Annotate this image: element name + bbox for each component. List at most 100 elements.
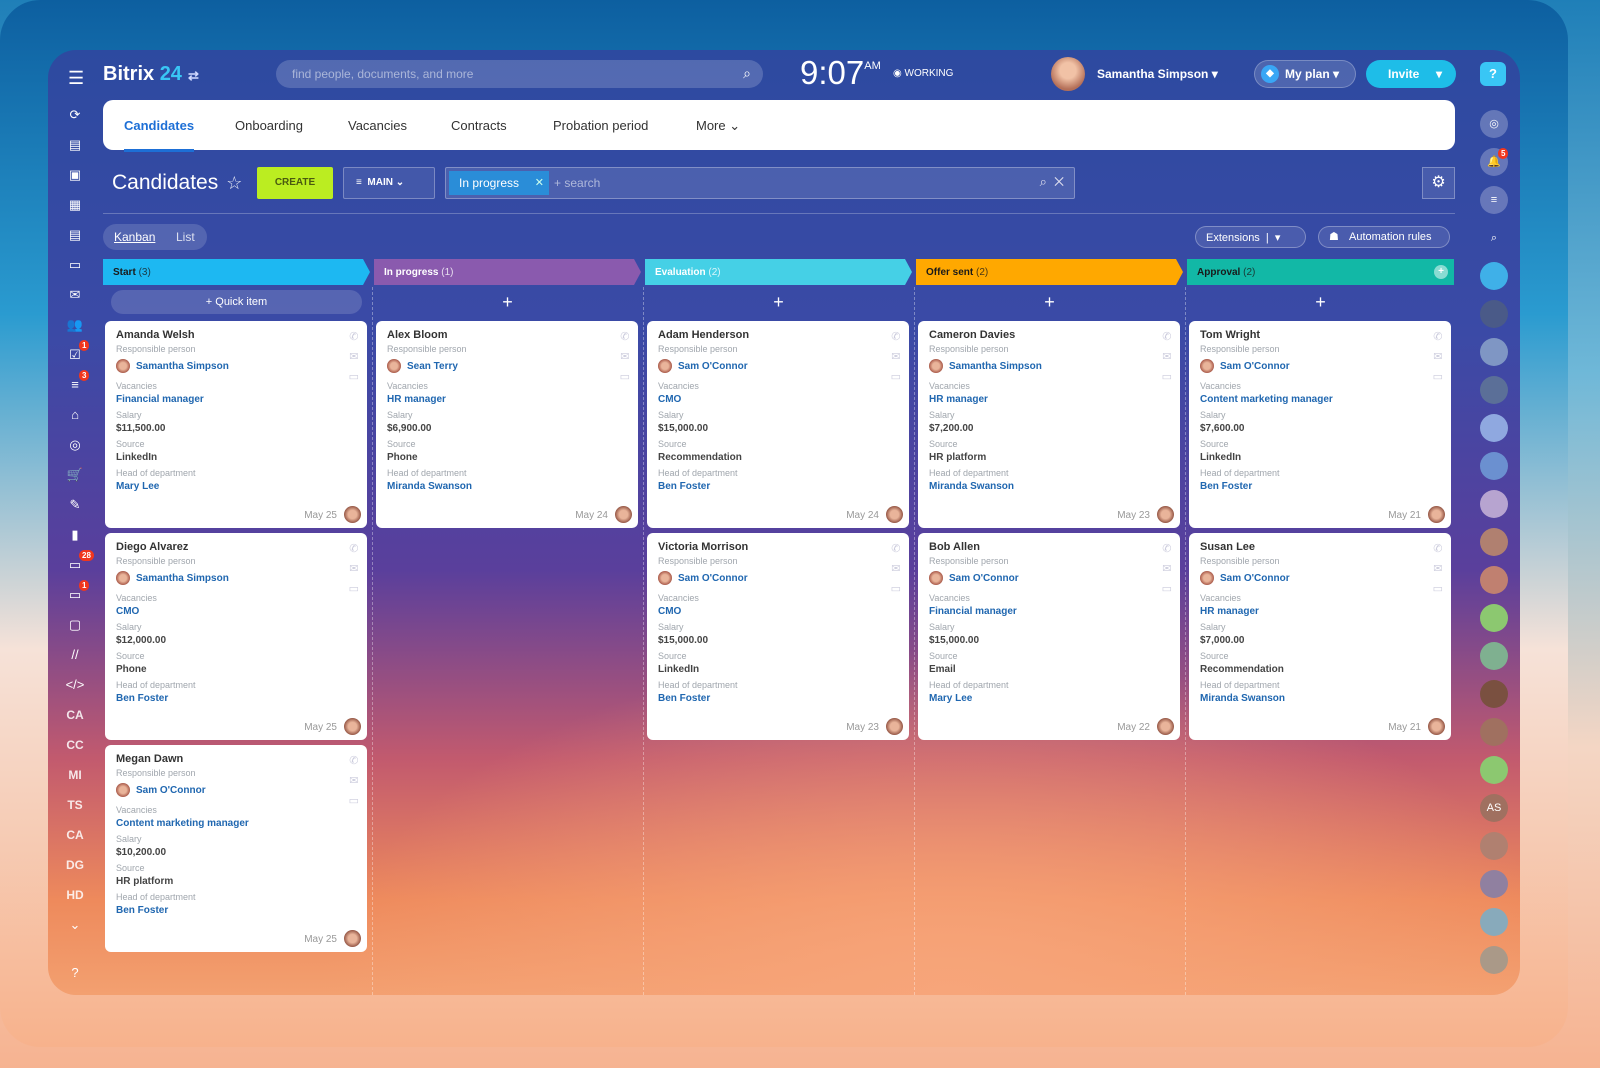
vacancy-link[interactable]: Financial manager — [116, 394, 356, 405]
sidebar-item[interactable]: ▭ 28 — [55, 550, 95, 580]
phone-icon[interactable]: ✆ — [620, 327, 630, 347]
vacancy-link[interactable]: CMO — [658, 394, 898, 405]
add-item-button[interactable]: + — [1187, 290, 1454, 314]
chip-remove-icon[interactable]: ✕ — [535, 176, 544, 189]
create-button[interactable]: CREATE — [257, 167, 333, 199]
responsible-person[interactable]: Samantha Simpson — [116, 359, 356, 373]
add-item-button[interactable]: + — [374, 290, 641, 314]
responsible-person[interactable]: Sam O'Connor — [658, 359, 898, 373]
mail-icon[interactable]: ✉ — [1433, 347, 1443, 367]
chat-icon[interactable]: ▭ — [1433, 367, 1443, 387]
assignee-avatar[interactable] — [1157, 718, 1174, 735]
candidate-name[interactable]: Victoria Morrison — [658, 541, 898, 553]
chat-icon[interactable]: ▭ — [620, 367, 630, 387]
sidebar-item[interactable]: MI — [55, 760, 95, 790]
contact-avatar[interactable] — [1480, 376, 1508, 404]
head-link[interactable]: Miranda Swanson — [1200, 693, 1440, 704]
sidebar-item[interactable]: ✉ — [55, 280, 95, 310]
clock[interactable]: 9:07AM — [800, 54, 881, 92]
responsible-person[interactable]: Sam O'Connor — [1200, 571, 1440, 585]
add-column-icon[interactable]: + — [1434, 265, 1448, 279]
vacancy-link[interactable]: CMO — [116, 606, 356, 617]
vacancy-link[interactable]: HR manager — [929, 394, 1169, 405]
responsible-person[interactable]: Samantha Simpson — [116, 571, 356, 585]
sidebar-item[interactable]: ▤ — [55, 220, 95, 250]
column-header-in-progress[interactable]: In progress (1) — [374, 259, 641, 285]
vacancy-link[interactable]: HR manager — [387, 394, 627, 405]
add-item-button[interactable]: + — [645, 290, 912, 314]
contact-avatar[interactable] — [1480, 718, 1508, 746]
global-search-input[interactable]: find people, documents, and more ⌕ — [276, 60, 763, 88]
contact-avatar[interactable] — [1480, 832, 1508, 860]
help-button[interactable]: ? — [1480, 62, 1506, 86]
responsible-person[interactable]: Sam O'Connor — [1200, 359, 1440, 373]
filter-search-input[interactable]: In progress ✕ + search ⌕ ✕ — [445, 167, 1075, 199]
mail-icon[interactable]: ✉ — [620, 347, 630, 367]
phone-icon[interactable]: ✆ — [891, 539, 901, 559]
sidebar-item[interactable]: HD — [55, 880, 95, 910]
candidate-name[interactable]: Diego Alvarez — [116, 541, 356, 553]
contact-avatar[interactable] — [1480, 642, 1508, 670]
candidate-name[interactable]: Amanda Welsh — [116, 329, 356, 341]
assignee-avatar[interactable] — [1428, 506, 1445, 523]
chat-icon[interactable]: ▭ — [349, 367, 359, 387]
assignee-avatar[interactable] — [344, 930, 361, 947]
logo[interactable]: Bitrix 24 ⇄ — [103, 63, 199, 86]
chat-icon[interactable]: ▭ — [891, 579, 901, 599]
candidate-card[interactable]: Cameron Davies Responsible person Samantha… — [918, 321, 1180, 528]
contact-avatar[interactable] — [1480, 946, 1508, 974]
contact-avatar[interactable] — [1480, 870, 1508, 898]
sidebar-item[interactable]: CA — [55, 700, 95, 730]
head-link[interactable]: Ben Foster — [658, 481, 898, 492]
tab-contracts[interactable]: Contracts — [451, 118, 507, 133]
column-header-offer-sent[interactable]: Offer sent (2) — [916, 259, 1183, 285]
sidebar-item[interactable]: ▤ — [55, 130, 95, 160]
sidebar-item[interactable]: TS — [55, 790, 95, 820]
user-menu[interactable]: Samantha Simpson ▾ — [1097, 67, 1218, 81]
chat-icon[interactable]: ▭ — [1162, 367, 1172, 387]
filter-preset-button[interactable]: ≡ MAIN ⌄ — [343, 167, 435, 199]
responsible-person[interactable]: Sean Terry — [387, 359, 627, 373]
candidate-name[interactable]: Alex Bloom — [387, 329, 627, 341]
responsible-person[interactable]: Samantha Simpson — [929, 359, 1169, 373]
column-header-approval[interactable]: Approval (2) + — [1187, 259, 1454, 285]
phone-icon[interactable]: ✆ — [349, 539, 359, 559]
mail-icon[interactable]: ✉ — [349, 559, 359, 579]
chat-icon[interactable]: ▭ — [349, 579, 359, 599]
responsible-person[interactable]: Sam O'Connor — [116, 783, 356, 797]
contact-avatar[interactable] — [1480, 414, 1508, 442]
chat-icon[interactable]: ▭ — [891, 367, 901, 387]
filter-chip[interactable]: In progress ✕ — [449, 171, 549, 195]
candidate-card[interactable]: Megan Dawn Responsible person Sam O'Connor… — [105, 745, 367, 952]
phone-icon[interactable]: ✆ — [1162, 539, 1172, 559]
mail-icon[interactable]: ✉ — [1162, 347, 1172, 367]
vacancy-link[interactable]: Financial manager — [929, 606, 1169, 617]
sidebar-item[interactable]: ▮ — [55, 520, 95, 550]
vacancy-link[interactable]: Content marketing manager — [1200, 394, 1440, 405]
sidebar-item[interactable]: CA — [55, 820, 95, 850]
sidebar-item[interactable]: ▦ — [55, 190, 95, 220]
sidebar-item[interactable]: ≡ 3 — [55, 370, 95, 400]
star-icon[interactable]: ☆ — [226, 173, 242, 193]
settings-gear-button[interactable]: ⚙ — [1422, 167, 1455, 199]
head-link[interactable]: Ben Foster — [116, 905, 356, 916]
candidate-name[interactable]: Susan Lee — [1200, 541, 1440, 553]
menu-icon[interactable]: ☰ — [68, 68, 84, 89]
mail-icon[interactable]: ✉ — [1433, 559, 1443, 579]
sidebar-item[interactable]: ▣ — [55, 160, 95, 190]
sidebar-item[interactable]: ⌄ — [55, 910, 95, 940]
right-sidebar-item[interactable]: 🔔 5 — [1480, 148, 1509, 176]
extensions-button[interactable]: Extensions | ▾ — [1195, 226, 1306, 248]
candidate-card[interactable]: Amanda Welsh Responsible person Samantha S… — [105, 321, 367, 528]
column-header-evaluation[interactable]: Evaluation (2) — [645, 259, 912, 285]
contact-avatar[interactable] — [1480, 338, 1508, 366]
sidebar-item[interactable]: 🛒 — [55, 460, 95, 490]
mail-icon[interactable]: ✉ — [349, 771, 359, 791]
vacancy-link[interactable]: CMO — [658, 606, 898, 617]
tab-candidates[interactable]: Candidates — [124, 118, 195, 152]
candidate-name[interactable]: Tom Wright — [1200, 329, 1440, 341]
quick-item-button[interactable]: + Quick item — [111, 290, 362, 314]
assignee-avatar[interactable] — [886, 718, 903, 735]
sidebar-item[interactable]: ⟳ — [55, 100, 95, 130]
sidebar-item[interactable]: ⌂ — [55, 400, 95, 430]
